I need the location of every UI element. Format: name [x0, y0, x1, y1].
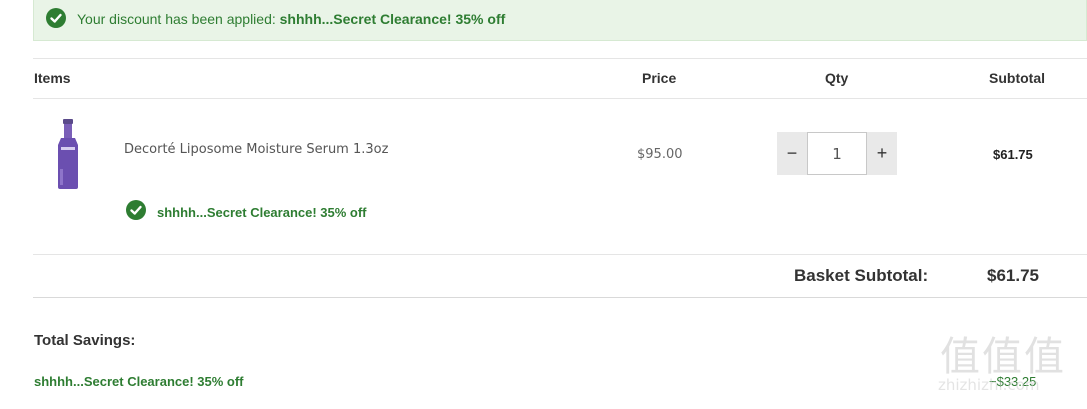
divider: [33, 98, 1087, 99]
basket-subtotal-label: Basket Subtotal:: [794, 266, 929, 285]
header-subtotal: Subtotal: [989, 70, 1045, 86]
discount-banner: Your discount has been applied: shhhh...…: [33, 0, 1087, 41]
watermark: 值值值 zhizhizhi.com: [934, 322, 1084, 406]
header-items: Items: [34, 70, 71, 86]
divider: [33, 254, 1087, 255]
qty-increase-button[interactable]: +: [867, 132, 897, 175]
product-name[interactable]: Decorté Liposome Moisture Serum 1.3oz: [124, 142, 388, 157]
divider: [33, 58, 1087, 59]
header-qty: Qty: [825, 70, 849, 86]
watermark-logo: 值值值: [940, 334, 1066, 380]
header-price: Price: [642, 70, 677, 86]
total-savings-label: Total Savings:: [34, 332, 136, 349]
item-promo-label: shhhh...Secret Clearance! 35% off: [157, 205, 367, 220]
savings-promo-name: shhhh...Secret Clearance! 35% off: [34, 374, 244, 389]
divider: [33, 297, 1087, 298]
product-image[interactable]: [54, 119, 82, 189]
check-circle-icon: [46, 8, 66, 28]
banner-discount-code: shhhh...Secret Clearance! 35% off: [279, 11, 506, 27]
quantity-input[interactable]: [807, 132, 867, 175]
banner-text: Your discount has been applied: shhhh...…: [77, 11, 505, 27]
check-circle-icon: [126, 200, 146, 220]
basket-subtotal-value: $61.75: [987, 266, 1039, 285]
item-subtotal: $61.75: [993, 147, 1033, 162]
item-price: $95.00: [637, 147, 683, 162]
banner-message: Your discount has been applied:: [77, 11, 280, 27]
watermark-url: zhizhizhi.com: [938, 376, 1040, 394]
qty-decrease-button[interactable]: −: [777, 132, 807, 175]
